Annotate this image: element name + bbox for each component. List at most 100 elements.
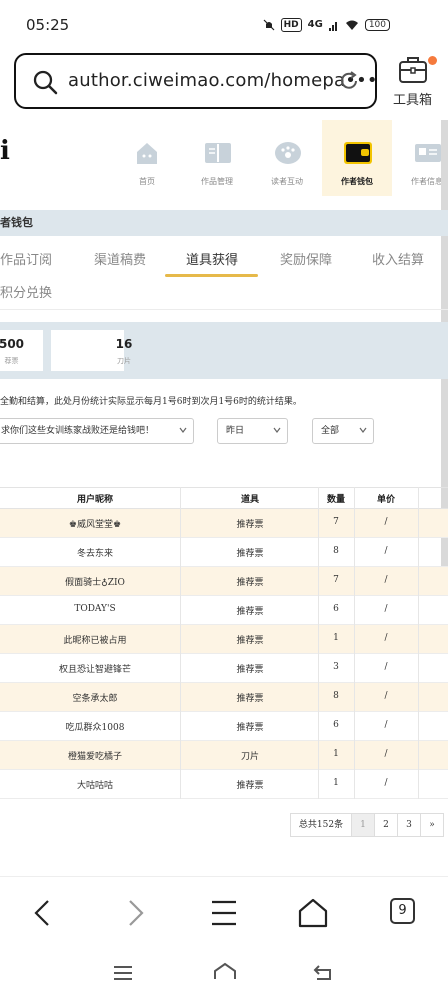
- cell-price: /: [384, 691, 388, 701]
- chevron-down-icon: [273, 427, 281, 433]
- column-header-price: 单价: [376, 495, 395, 505]
- address-bar[interactable]: author.ciweimao.com/homepa•••: [14, 53, 378, 109]
- cell-item: 刀片: [240, 752, 259, 762]
- cell-qty: 1: [333, 633, 339, 643]
- back-icon[interactable]: [24, 897, 64, 929]
- system-home-icon[interactable]: [212, 962, 238, 982]
- table-row: 大咕咕咕 推荐票 1 /: [0, 770, 448, 799]
- cell-item: 推荐票: [236, 781, 264, 791]
- nav-readers[interactable]: 读者互动: [252, 120, 322, 196]
- recents-icon[interactable]: [112, 964, 134, 982]
- select-value: 求你们这些女训练家战败还是给钱吧！: [1, 426, 155, 436]
- nav-label: 作者信息: [411, 177, 443, 186]
- search-icon: [33, 70, 58, 95]
- page-button-3[interactable]: 3: [397, 813, 421, 837]
- nav-label: 读者互动: [271, 177, 303, 186]
- stat-card-recommend: 500 荐票: [0, 330, 43, 371]
- column-header-user: 用户昵称: [76, 495, 113, 505]
- cell-user: 吃瓜群众1008: [65, 723, 125, 733]
- next-page-button[interactable]: »: [420, 813, 444, 837]
- nav-label: 作者钱包: [341, 176, 373, 186]
- wifi-icon: [345, 20, 358, 30]
- nav-home[interactable]: 首页: [112, 120, 182, 196]
- type-select[interactable]: 全部: [312, 418, 374, 444]
- forward-icon[interactable]: [114, 897, 154, 929]
- network-label: 4G: [307, 19, 323, 30]
- page-button-2[interactable]: 2: [374, 813, 398, 837]
- table-row: ♚威风堂堂♚ 推荐票 7 /: [0, 509, 448, 538]
- stat-label: 荐票: [4, 357, 19, 365]
- cell-item: 推荐票: [236, 578, 264, 588]
- pagination: 总共152条 1 2 3 »: [290, 813, 444, 837]
- nav-author-info[interactable]: 作者信息: [392, 120, 448, 196]
- reload-icon[interactable]: [338, 70, 360, 92]
- stat-value: 500: [0, 337, 25, 351]
- tab-points-exchange[interactable]: 积分兑换: [0, 282, 52, 301]
- table-row: 橙猫爱吃橘子 刀片 1 /: [0, 741, 448, 770]
- chevron-down-icon: [359, 427, 367, 433]
- battery-icon: 100: [364, 19, 390, 31]
- tab-count-button[interactable]: 9: [390, 898, 415, 924]
- cell-qty: 7: [333, 575, 339, 585]
- cell-qty: 1: [333, 749, 339, 759]
- notification-dot: [428, 56, 437, 65]
- cell-user: 权且恐让智避锋芒: [58, 665, 131, 675]
- toolbox-label: 工具箱: [393, 93, 433, 108]
- menu-icon[interactable]: [204, 897, 244, 929]
- home-icon: [137, 143, 157, 164]
- page-button-1[interactable]: 1: [351, 813, 375, 837]
- cell-item: 推荐票: [236, 694, 264, 704]
- period-select[interactable]: 昨日: [217, 418, 288, 444]
- status-bar: 05:25 HD 4G 100: [0, 0, 448, 48]
- tab-items-received[interactable]: 道具获得: [186, 249, 238, 268]
- cell-user: ♚威风堂堂♚: [68, 520, 122, 530]
- select-value: 昨日: [226, 426, 245, 436]
- url-text[interactable]: author.ciweimao.com/homepa•••: [68, 70, 378, 91]
- column-divider: [318, 487, 319, 799]
- tab-divider: [0, 309, 448, 310]
- cell-qty: 3: [333, 662, 339, 672]
- site-logo[interactable]: i: [0, 136, 10, 166]
- tab-settlement[interactable]: 收入结算: [372, 249, 424, 268]
- table-row: 空条承太郎 推荐票 8 /: [0, 683, 448, 712]
- cell-price: /: [384, 575, 388, 585]
- cell-price: /: [384, 778, 388, 788]
- table-row: 冬去东来 推荐票 8 /: [0, 538, 448, 567]
- section-title: 者钱包: [0, 210, 448, 236]
- cell-item: 推荐票: [236, 549, 264, 559]
- system-nav-bar: [0, 950, 448, 999]
- hd-badge: HD: [280, 18, 302, 32]
- table-row: 假面骑士♁ZIO 推荐票 7 /: [0, 567, 448, 596]
- cell-qty: 6: [333, 604, 339, 614]
- mute-icon: [263, 19, 275, 31]
- nav-label: 作品管理: [201, 177, 233, 186]
- cell-item: 推荐票: [236, 723, 264, 733]
- cell-price: /: [384, 749, 388, 759]
- cell-qty: 8: [333, 546, 339, 556]
- nav-wallet[interactable]: 作者钱包: [322, 120, 392, 196]
- select-value: 全部: [321, 426, 340, 436]
- cell-price: /: [384, 720, 388, 730]
- stat-value: 16: [115, 337, 133, 351]
- cell-user: TODAY'S: [74, 604, 116, 614]
- cell-user: 橙猫爱吃橘子: [67, 752, 122, 762]
- tab-rewards[interactable]: 奖励保障: [280, 249, 332, 268]
- cell-user: 此昵称已被占用: [63, 636, 127, 646]
- browser-bottom-nav: [0, 876, 448, 948]
- table-header: 用户昵称 道具 数量 单价: [0, 487, 448, 509]
- toolbox-button[interactable]: 工具箱: [390, 54, 438, 110]
- cell-qty: 1: [333, 778, 339, 788]
- cell-qty: 7: [333, 517, 339, 527]
- cell-item: 推荐票: [236, 636, 264, 646]
- cell-item: 推荐票: [236, 665, 264, 675]
- paw-chat-icon: [275, 142, 301, 164]
- nav-works[interactable]: 作品管理: [182, 120, 252, 196]
- home-icon[interactable]: [293, 897, 333, 929]
- table-row: 权且恐让智避锋芒 推荐票 3 /: [0, 654, 448, 683]
- message-select[interactable]: 求你们这些女训练家战败还是给钱吧！: [0, 418, 194, 444]
- tab-subscriptions[interactable]: 作品订阅: [0, 249, 52, 268]
- system-back-icon[interactable]: [312, 963, 334, 981]
- cell-qty: 8: [333, 691, 339, 701]
- stat-label: 刀片: [117, 357, 131, 365]
- tab-channel-fees[interactable]: 渠道稿费: [94, 249, 146, 268]
